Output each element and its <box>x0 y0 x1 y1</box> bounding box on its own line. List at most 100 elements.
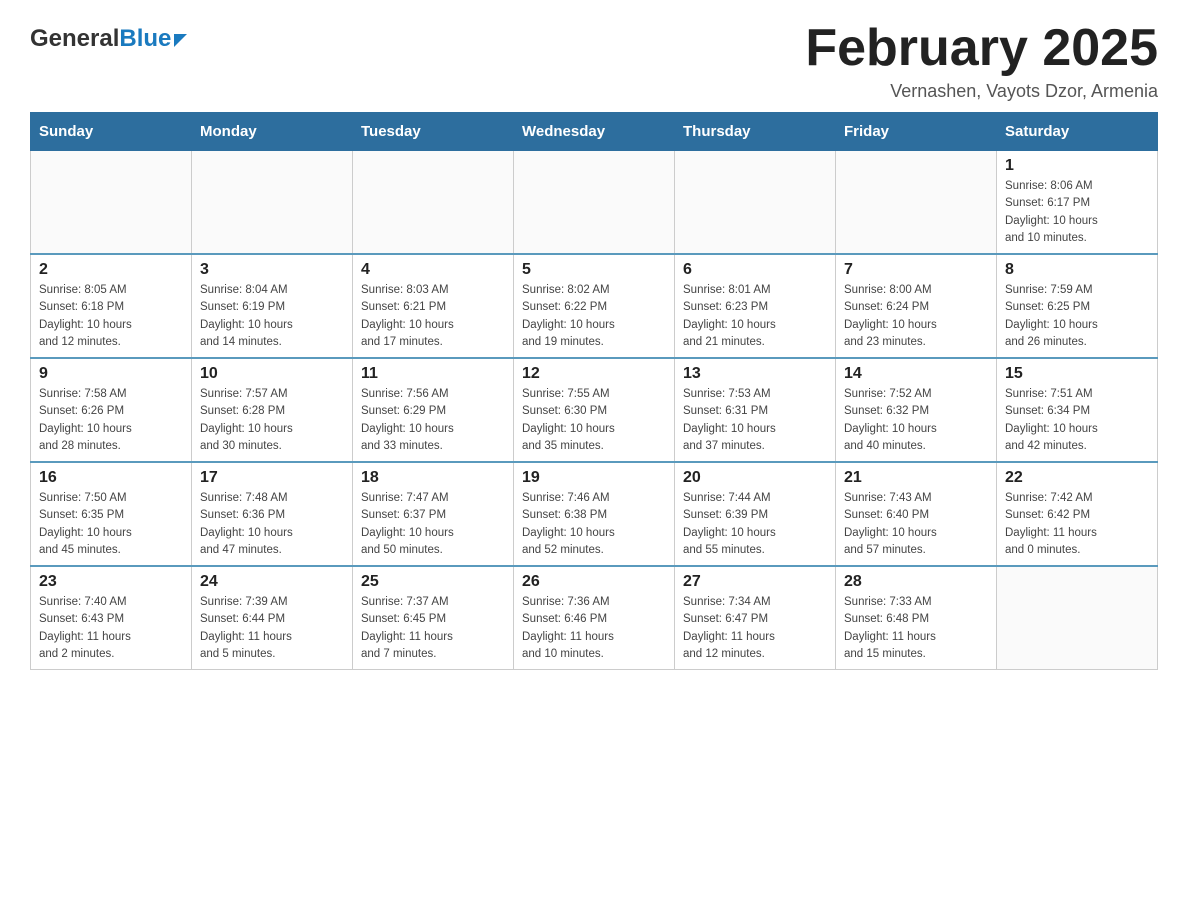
day-info-line: Sunset: 6:22 PM <box>522 301 607 313</box>
day-info-line: Sunset: 6:31 PM <box>683 405 768 417</box>
day-number: 10 <box>200 365 344 383</box>
day-info-line: and 55 minutes. <box>683 544 765 556</box>
day-info-line: Daylight: 11 hours <box>683 631 775 643</box>
day-info: Sunrise: 7:36 AMSunset: 6:46 PMDaylight:… <box>522 594 666 663</box>
calendar-day-header: Thursday <box>675 113 836 151</box>
calendar-week-row: 23Sunrise: 7:40 AMSunset: 6:43 PMDayligh… <box>31 566 1158 670</box>
calendar-week-row: 2Sunrise: 8:05 AMSunset: 6:18 PMDaylight… <box>31 254 1158 358</box>
calendar-week-row: 1Sunrise: 8:06 AMSunset: 6:17 PMDaylight… <box>31 151 1158 255</box>
day-info-line: Sunrise: 7:53 AM <box>683 388 771 400</box>
calendar-day-cell <box>353 151 514 255</box>
day-info-line: Sunset: 6:46 PM <box>522 613 607 625</box>
calendar-day-cell: 27Sunrise: 7:34 AMSunset: 6:47 PMDayligh… <box>675 566 836 670</box>
day-info-line: and 21 minutes. <box>683 336 765 348</box>
day-number: 15 <box>1005 365 1149 383</box>
day-info-line: Sunset: 6:26 PM <box>39 405 124 417</box>
day-info-line: and 52 minutes. <box>522 544 604 556</box>
calendar-day-header: Wednesday <box>514 113 675 151</box>
logo-blue-container: Blue <box>119 25 187 53</box>
day-number: 16 <box>39 469 183 487</box>
day-number: 25 <box>361 573 505 591</box>
day-info-line: and 45 minutes. <box>39 544 121 556</box>
day-number: 2 <box>39 261 183 279</box>
calendar-day-cell: 28Sunrise: 7:33 AMSunset: 6:48 PMDayligh… <box>836 566 997 670</box>
day-info-line: and 10 minutes. <box>1005 232 1087 244</box>
day-info-line: and 0 minutes. <box>1005 544 1080 556</box>
calendar-table: SundayMondayTuesdayWednesdayThursdayFrid… <box>30 112 1158 670</box>
day-number: 21 <box>844 469 988 487</box>
calendar-day-cell <box>675 151 836 255</box>
day-info-line: Daylight: 10 hours <box>200 527 293 539</box>
day-info-line: Daylight: 10 hours <box>361 319 454 331</box>
calendar-day-header: Saturday <box>997 113 1158 151</box>
day-info-line: Sunrise: 7:37 AM <box>361 596 449 608</box>
day-number: 4 <box>361 261 505 279</box>
day-info-line: Daylight: 10 hours <box>361 527 454 539</box>
day-info: Sunrise: 7:56 AMSunset: 6:29 PMDaylight:… <box>361 386 505 455</box>
day-info-line: and 35 minutes. <box>522 440 604 452</box>
day-info-line: and 37 minutes. <box>683 440 765 452</box>
day-info: Sunrise: 7:50 AMSunset: 6:35 PMDaylight:… <box>39 490 183 559</box>
day-info: Sunrise: 7:44 AMSunset: 6:39 PMDaylight:… <box>683 490 827 559</box>
calendar-day-cell: 6Sunrise: 8:01 AMSunset: 6:23 PMDaylight… <box>675 254 836 358</box>
day-info-line: Daylight: 11 hours <box>200 631 292 643</box>
day-number: 11 <box>361 365 505 383</box>
day-info-line: and 30 minutes. <box>200 440 282 452</box>
day-info-line: and 5 minutes. <box>200 648 275 660</box>
day-number: 8 <box>1005 261 1149 279</box>
day-info: Sunrise: 8:03 AMSunset: 6:21 PMDaylight:… <box>361 282 505 351</box>
day-info-line: Sunset: 6:48 PM <box>844 613 929 625</box>
calendar-day-cell: 26Sunrise: 7:36 AMSunset: 6:46 PMDayligh… <box>514 566 675 670</box>
day-number: 3 <box>200 261 344 279</box>
day-info: Sunrise: 8:02 AMSunset: 6:22 PMDaylight:… <box>522 282 666 351</box>
day-info-line: Sunrise: 7:56 AM <box>361 388 449 400</box>
day-info-line: and 12 minutes. <box>683 648 765 660</box>
day-info-line: Daylight: 10 hours <box>844 423 937 435</box>
day-info-line: and 17 minutes. <box>361 336 443 348</box>
day-info: Sunrise: 7:46 AMSunset: 6:38 PMDaylight:… <box>522 490 666 559</box>
day-info-line: Sunset: 6:29 PM <box>361 405 446 417</box>
day-info: Sunrise: 7:52 AMSunset: 6:32 PMDaylight:… <box>844 386 988 455</box>
calendar-day-cell: 17Sunrise: 7:48 AMSunset: 6:36 PMDayligh… <box>192 462 353 566</box>
day-number: 12 <box>522 365 666 383</box>
calendar-day-header: Sunday <box>31 113 192 151</box>
day-info-line: Sunset: 6:28 PM <box>200 405 285 417</box>
day-info-line: and 10 minutes. <box>522 648 604 660</box>
day-number: 22 <box>1005 469 1149 487</box>
day-info-line: and 57 minutes. <box>844 544 926 556</box>
calendar-day-cell: 5Sunrise: 8:02 AMSunset: 6:22 PMDaylight… <box>514 254 675 358</box>
page-title: February 2025 <box>805 20 1158 77</box>
day-info-line: Daylight: 10 hours <box>200 423 293 435</box>
day-info-line: Sunrise: 7:39 AM <box>200 596 288 608</box>
day-info-line: Sunset: 6:43 PM <box>39 613 124 625</box>
day-info: Sunrise: 7:37 AMSunset: 6:45 PMDaylight:… <box>361 594 505 663</box>
calendar-day-cell: 2Sunrise: 8:05 AMSunset: 6:18 PMDaylight… <box>31 254 192 358</box>
day-info-line: Sunrise: 7:59 AM <box>1005 284 1093 296</box>
day-info-line: and 33 minutes. <box>361 440 443 452</box>
day-info-line: Daylight: 10 hours <box>683 319 776 331</box>
day-number: 28 <box>844 573 988 591</box>
day-info-line: Sunrise: 7:46 AM <box>522 492 610 504</box>
calendar-day-cell <box>997 566 1158 670</box>
calendar-day-cell: 11Sunrise: 7:56 AMSunset: 6:29 PMDayligh… <box>353 358 514 462</box>
calendar-day-cell: 8 Sunrise: 7:59 AMSunset: 6:25 PMDaylight… <box>997 254 1158 358</box>
day-info: Sunrise: 7:39 AMSunset: 6:44 PMDaylight:… <box>200 594 344 663</box>
day-info: Sunrise: 7:57 AMSunset: 6:28 PMDaylight:… <box>200 386 344 455</box>
day-info-line: Daylight: 10 hours <box>844 319 937 331</box>
day-info-line: Sunrise: 7:58 AM <box>39 388 127 400</box>
day-info-line: Sunset: 6:30 PM <box>522 405 607 417</box>
day-number: 14 <box>844 365 988 383</box>
day-info: Sunrise: 7:59 AMSunset: 6:25 PMDaylight:… <box>1005 282 1149 351</box>
day-info-line: Sunrise: 7:43 AM <box>844 492 932 504</box>
day-info: Sunrise: 7:40 AMSunset: 6:43 PMDaylight:… <box>39 594 183 663</box>
calendar-day-cell: 25 Sunrise: 7:37 AMSunset: 6:45 PMDayligh… <box>353 566 514 670</box>
day-info-line: Sunrise: 7:44 AM <box>683 492 771 504</box>
day-number: 18 <box>361 469 505 487</box>
day-info-line: and 47 minutes. <box>200 544 282 556</box>
title-block: February 2025 Vernashen, Vayots Dzor, Ar… <box>805 20 1158 102</box>
day-number: 6 <box>683 261 827 279</box>
day-info: Sunrise: 7:58 AMSunset: 6:26 PMDaylight:… <box>39 386 183 455</box>
day-info-line: Sunrise: 7:50 AM <box>39 492 127 504</box>
day-info-line: Sunset: 6:37 PM <box>361 509 446 521</box>
page-subtitle: Vernashen, Vayots Dzor, Armenia <box>805 81 1158 102</box>
